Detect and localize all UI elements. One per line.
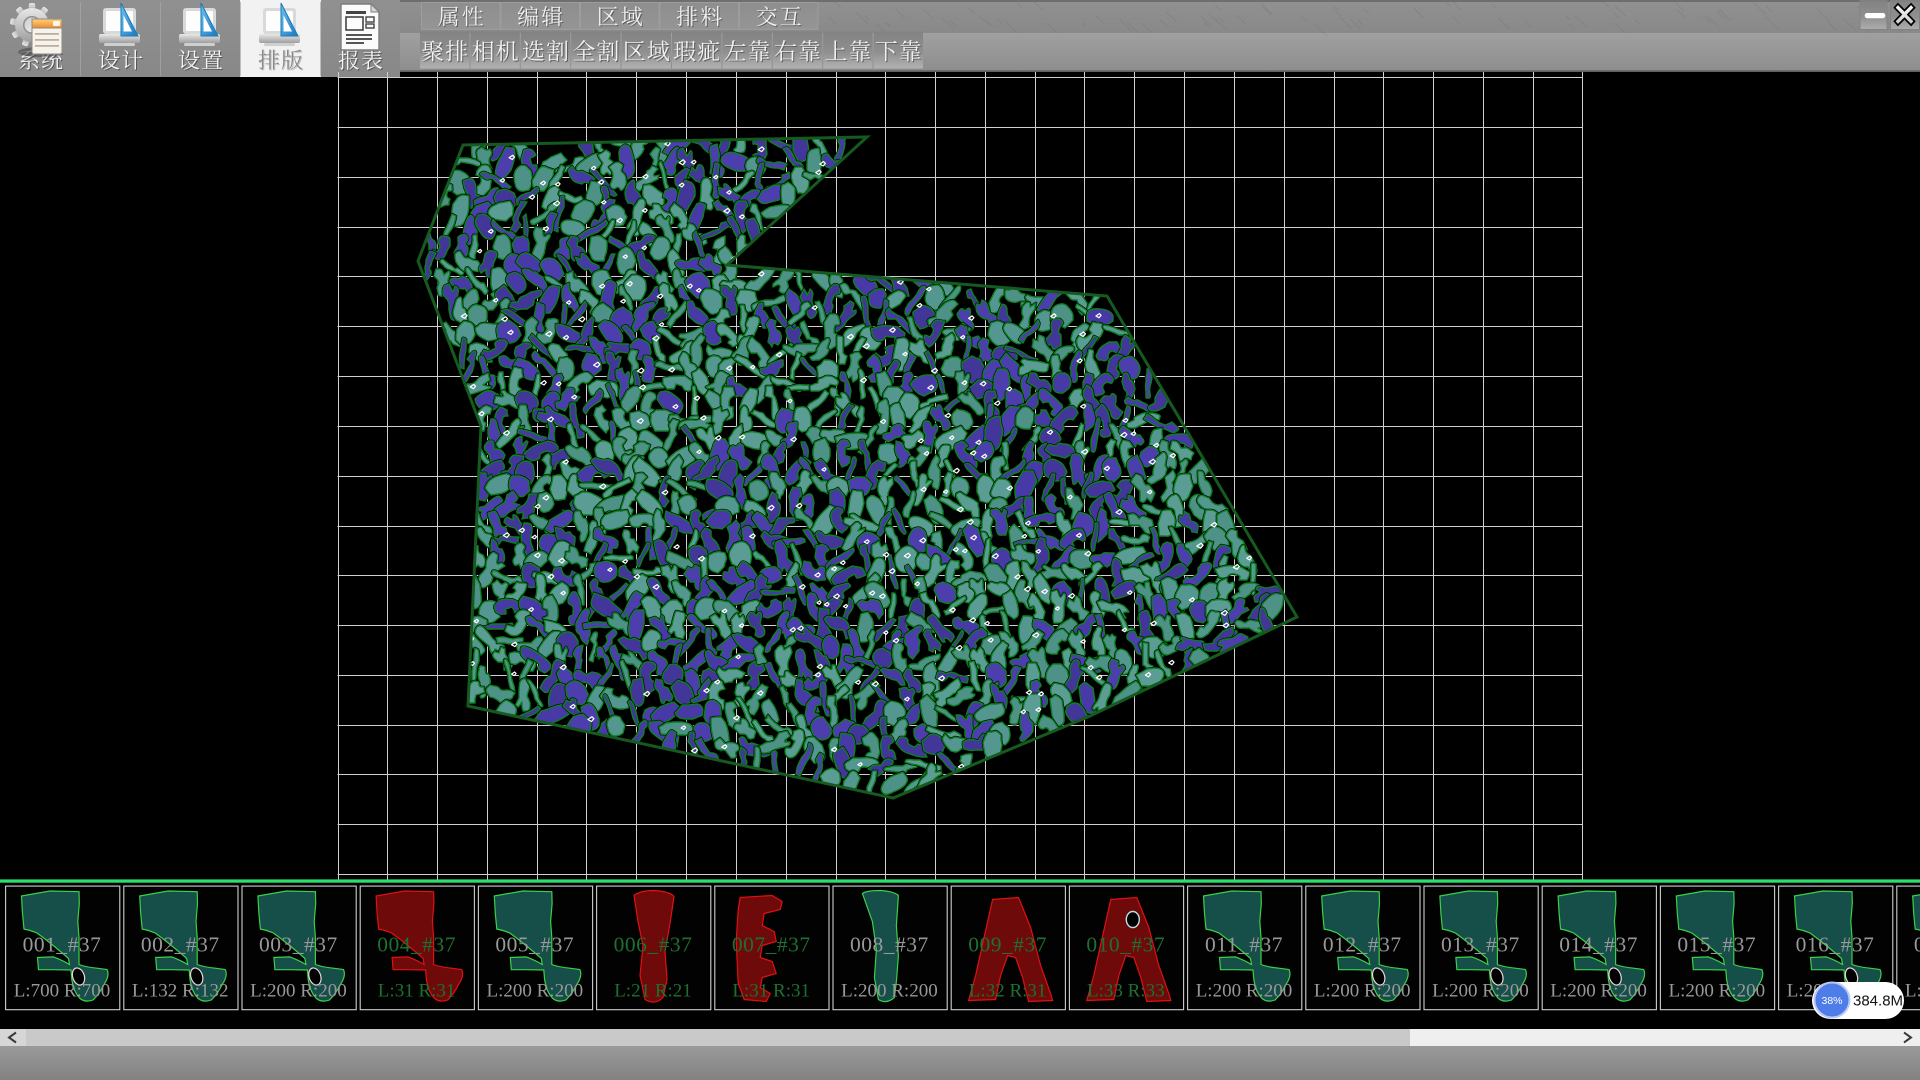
svg-text:L:200 R:200: L:200 R:200 <box>1905 981 1920 1002</box>
svg-text:005_#37: 005_#37 <box>495 933 574 957</box>
svg-text:L:21 R:21: L:21 R:21 <box>614 981 692 1002</box>
svg-text:009_#37: 009_#37 <box>968 933 1047 957</box>
svg-text:L:32 R:31: L:32 R:31 <box>969 981 1047 1002</box>
svg-text:006_#37: 006_#37 <box>614 933 693 957</box>
svg-text:014_#37: 014_#37 <box>1559 933 1638 957</box>
svg-text:L:33 R:33: L:33 R:33 <box>1087 981 1165 1002</box>
svg-text:L:31 R:31: L:31 R:31 <box>732 981 810 1002</box>
svg-text:L:700 R:700: L:700 R:700 <box>14 981 111 1002</box>
svg-text:015_#37: 015_#37 <box>1677 933 1756 957</box>
svg-text:017_#37: 017_#37 <box>1914 933 1920 957</box>
svg-text:013_#37: 013_#37 <box>1441 933 1520 957</box>
svg-text:L:200 R:200: L:200 R:200 <box>1314 981 1411 1002</box>
svg-text:L:200 R:200: L:200 R:200 <box>250 981 347 1002</box>
svg-text:38%: 38% <box>1821 995 1842 1007</box>
svg-text:012_#37: 012_#37 <box>1323 933 1402 957</box>
svg-text:010_#37: 010_#37 <box>1086 933 1165 957</box>
svg-text:L:31 R:31: L:31 R:31 <box>378 981 456 1002</box>
svg-text:004_#37: 004_#37 <box>377 933 456 957</box>
svg-text:016_#37: 016_#37 <box>1796 933 1875 957</box>
svg-text:001_#37: 001_#37 <box>23 933 102 957</box>
svg-text:384.8M: 384.8M <box>1853 993 1903 1010</box>
svg-text:011_#37: 011_#37 <box>1205 933 1283 957</box>
svg-text:L:200 R:200: L:200 R:200 <box>1669 981 1766 1002</box>
svg-text:L:200 R:200: L:200 R:200 <box>1550 981 1647 1002</box>
svg-text:007_#37: 007_#37 <box>732 933 811 957</box>
svg-text:L:200 R:200: L:200 R:200 <box>841 981 938 1002</box>
svg-text:L:200 R:200: L:200 R:200 <box>1432 981 1529 1002</box>
svg-text:L:132 R:132: L:132 R:132 <box>132 981 229 1002</box>
svg-text:003_#37: 003_#37 <box>259 933 338 957</box>
svg-text:L:200 R:200: L:200 R:200 <box>1196 981 1293 1002</box>
svg-text:002_#37: 002_#37 <box>141 933 220 957</box>
svg-text:008_#37: 008_#37 <box>850 933 929 957</box>
svg-text:L:200 R:200: L:200 R:200 <box>487 981 584 1002</box>
